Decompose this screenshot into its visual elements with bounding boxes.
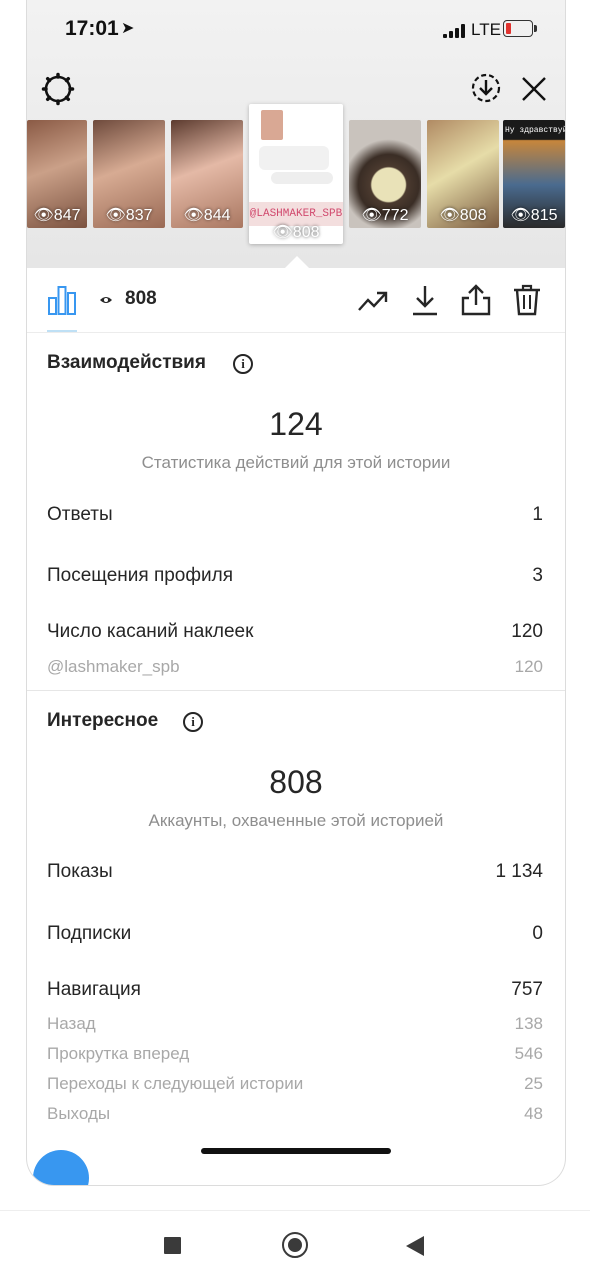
story-tray: 17:01 ➤ LTE 👁847 👁837 👁844 @LASHMAKER_SP… [27, 0, 565, 268]
eye-icon: 👁 [183, 207, 204, 224]
story-thumb[interactable]: 👁808 [427, 120, 499, 228]
story-thumb[interactable]: 👁844 [171, 120, 243, 228]
stat-label: Посещения профиля [47, 565, 233, 586]
stat-label: Ответы [47, 504, 113, 525]
interactions-subtitle: Статистика действий для этой истории [141, 453, 451, 472]
chat-bubble [259, 146, 329, 170]
stat-label: Число касаний наклеек [47, 621, 254, 642]
selection-pointer [285, 256, 309, 268]
info-icon[interactable]: i [183, 712, 203, 732]
story-views: 837 [125, 207, 153, 224]
download-icon[interactable] [470, 72, 502, 104]
recents-button[interactable] [164, 1237, 181, 1254]
home-indicator[interactable] [201, 1148, 391, 1154]
trash-icon[interactable] [513, 284, 541, 316]
story-insights-screen: 17:01 ➤ LTE 👁847 👁837 👁844 @LASHMAKER_SP… [26, 0, 566, 1186]
section-title: Взаимодействия [47, 352, 206, 373]
sticker-mention-link[interactable]: @lashmaker_spb [47, 657, 180, 677]
story-views: 815 [530, 207, 558, 224]
story-views: 808 [292, 224, 320, 241]
network-label: LTE [471, 20, 501, 39]
location-arrow-icon: ➤ [121, 20, 135, 37]
stat-value: 1 134 [495, 861, 543, 882]
story-photo [261, 110, 283, 140]
nav-label: Переходы к следующей истории [47, 1074, 304, 1093]
nav-value: 25 [524, 1074, 543, 1093]
stat-label: Подписки [47, 923, 132, 944]
interactions-total: 124 [269, 406, 323, 442]
stat-value: 3 [532, 565, 543, 586]
story-views: 808 [459, 207, 487, 224]
nav-label: Назад [47, 1014, 96, 1033]
sticker-taps-value: 120 [514, 657, 543, 676]
reach-total: 808 [269, 764, 323, 800]
eye-icon: 👁 [33, 207, 54, 224]
stat-label: Показы [47, 861, 113, 882]
save-icon[interactable] [411, 284, 439, 316]
reach-subtitle: Аккаунты, охваченные этой историей [148, 811, 444, 830]
eye-icon: 👁 [439, 207, 460, 224]
stat-value: 757 [511, 979, 543, 1000]
story-thumb[interactable]: 👁847 [27, 120, 87, 228]
home-button[interactable] [282, 1232, 308, 1258]
stat-label: Навигация [47, 979, 141, 1000]
eye-icon: 👁 [105, 207, 126, 224]
back-button[interactable] [406, 1236, 424, 1256]
chat-bubble [271, 172, 333, 184]
story-views: 847 [53, 207, 81, 224]
story-thumbnails: 👁847 👁837 👁844 @LASHMAKER_SPB 👁808 👁772 … [27, 104, 565, 244]
active-tab-indicator [47, 330, 77, 332]
eye-icon: 👁 [510, 207, 531, 224]
stat-value: 0 [532, 923, 543, 944]
status-time: 17:01 [65, 17, 119, 40]
share-icon[interactable] [461, 284, 491, 316]
close-icon[interactable] [519, 74, 549, 104]
avatar[interactable] [33, 1150, 89, 1185]
info-icon[interactable]: i [233, 354, 253, 374]
stat-value: 1 [532, 504, 543, 525]
eye-icon: 👁 [272, 224, 293, 241]
story-thumb-selected[interactable]: @LASHMAKER_SPB 👁808 [249, 104, 343, 244]
bar-chart-icon[interactable] [47, 284, 77, 316]
story-thumb[interactable]: 👁772 [349, 120, 421, 228]
story-views: 772 [381, 207, 409, 224]
story-caption: Ну здравствуйте [505, 126, 565, 135]
nav-label: Прокрутка вперед [47, 1044, 190, 1063]
eye-icon [100, 297, 112, 303]
eye-icon: 👁 [361, 207, 382, 224]
story-thumb[interactable]: Ну здравствуйте 👁815 [503, 120, 565, 228]
signal-icon [443, 24, 467, 38]
android-nav-bar [0, 1210, 590, 1281]
nav-value: 138 [514, 1014, 543, 1033]
stat-value: 120 [511, 621, 543, 642]
views-count: 808 [125, 288, 157, 309]
battery-icon [503, 20, 537, 37]
settings-icon[interactable] [41, 72, 75, 106]
trending-icon[interactable] [357, 288, 389, 314]
nav-value: 48 [524, 1104, 543, 1123]
section-title: Интересное [47, 710, 159, 731]
story-thumb[interactable]: 👁837 [93, 120, 165, 228]
nav-value: 546 [514, 1044, 543, 1063]
nav-label: Выходы [47, 1104, 111, 1123]
section-divider [27, 690, 565, 691]
insights-toolbar: 808 [27, 268, 565, 333]
story-views: 844 [203, 207, 231, 224]
